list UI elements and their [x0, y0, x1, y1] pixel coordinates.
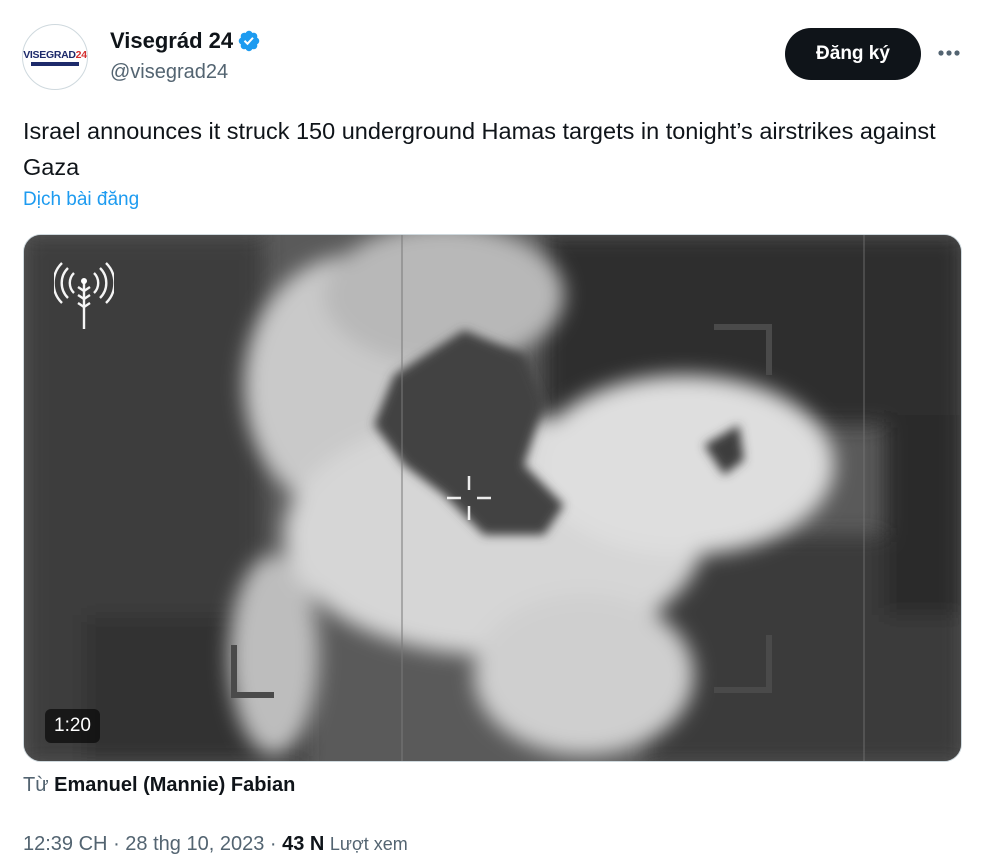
- author-name-row: Visegrád 24: [110, 28, 261, 54]
- views-label: Lượt xem: [329, 834, 408, 854]
- more-options-button[interactable]: [932, 38, 966, 68]
- source-prefix: Từ: [23, 774, 49, 796]
- video-thumbnail: [24, 235, 961, 761]
- author-display-name[interactable]: Visegrád 24: [110, 28, 233, 54]
- translate-post-link[interactable]: Dịch bài đăng: [23, 189, 139, 211]
- verified-badge-icon: [238, 30, 260, 52]
- more-options-icon: [938, 50, 960, 56]
- tweet-meta: 12:39 CH · 28 thg 10, 2023 · 43 N Lượt x…: [23, 833, 408, 856]
- idf-antenna-logo-icon: [54, 262, 114, 329]
- avatar[interactable]: VISEGRAD24: [22, 24, 88, 90]
- subscribe-button[interactable]: Đăng ký: [785, 28, 921, 80]
- views-count: 43 N: [282, 833, 325, 855]
- meta-separator: ·: [269, 833, 277, 855]
- video-duration-badge: 1:20: [45, 709, 100, 743]
- author-handle[interactable]: @visegrad24: [110, 61, 228, 84]
- media-source: Từ Emanuel (Mannie) Fabian: [23, 774, 295, 797]
- meta-separator: ·: [113, 833, 120, 855]
- video-player[interactable]: 1:20: [23, 234, 962, 762]
- source-author-link[interactable]: Emanuel (Mannie) Fabian: [54, 774, 295, 796]
- tweet-date[interactable]: 28 thg 10, 2023: [125, 833, 264, 855]
- avatar-logo-bar: [31, 61, 79, 66]
- tweet-text: Israel announces it struck 150 undergrou…: [23, 118, 936, 180]
- tweet-time[interactable]: 12:39 CH: [23, 833, 108, 855]
- avatar-logo-text: VISEGRAD24: [23, 48, 87, 61]
